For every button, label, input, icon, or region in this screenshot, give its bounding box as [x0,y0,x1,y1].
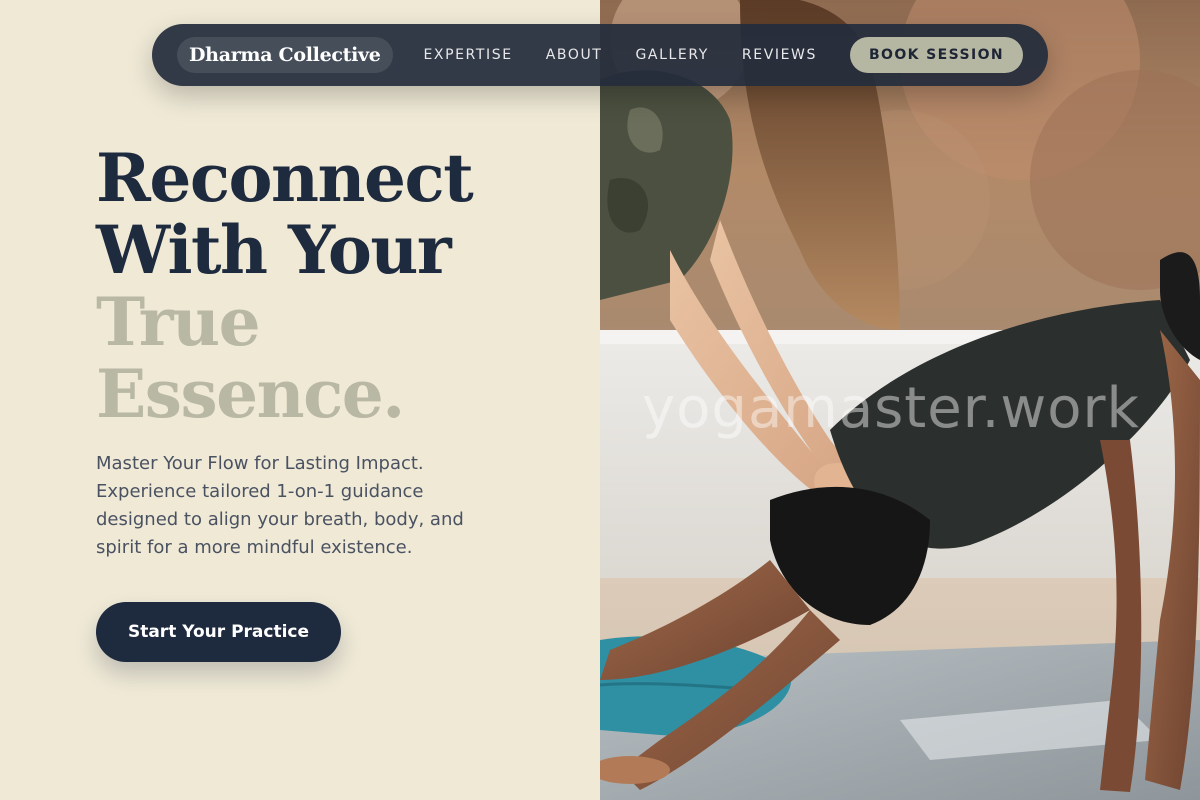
top-navigation: Dharma Collective EXPERTISE ABOUT GALLER… [152,24,1048,86]
hero-photo: yogamaster.work [600,0,1200,800]
nav-link-about[interactable]: ABOUT [546,47,603,63]
start-practice-button[interactable]: Start Your Practice [96,602,341,662]
headline-line-2: With Your [96,211,452,289]
headline-line-3: True [96,283,261,361]
page: Reconnect With Your True Essence. Master… [0,0,1200,800]
book-session-button[interactable]: BOOK SESSION [849,37,1023,73]
headline-line-4: Essence. [96,355,405,433]
watermark-text: yogamaster.work [642,376,1140,441]
nav-link-gallery[interactable]: GALLERY [635,47,708,63]
hero-headline: Reconnect With Your True Essence. [96,139,474,433]
nav-links: EXPERTISE ABOUT GALLERY REVIEWS [423,47,850,63]
brand-logo[interactable]: Dharma Collective [177,37,393,73]
hero-description: Master Your Flow for Lasting Impact. Exp… [96,453,464,558]
hero-left-panel: Reconnect With Your True Essence. Master… [0,0,600,800]
headline-line-1: Reconnect [96,139,474,217]
nav-link-reviews[interactable]: REVIEWS [742,47,817,63]
nav-link-expertise[interactable]: EXPERTISE [423,47,512,63]
